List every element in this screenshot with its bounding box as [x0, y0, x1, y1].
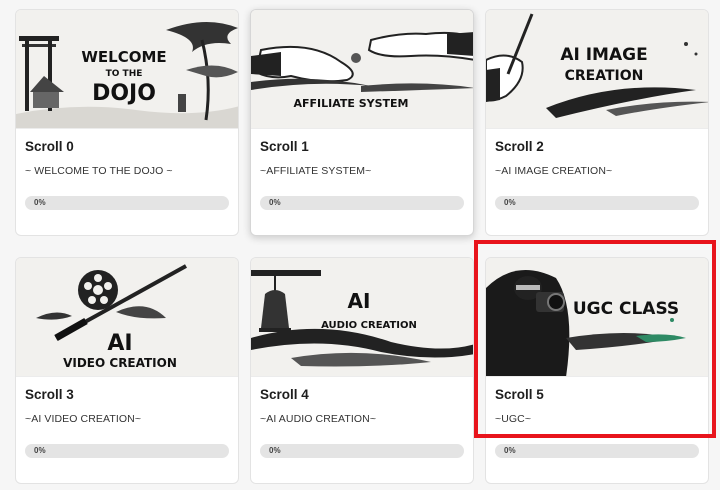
progress-label: 0% [34, 198, 46, 207]
progress-bar: 0% [495, 196, 699, 210]
ninja-camera-illustration: UGC CLASS [486, 258, 708, 376]
course-card-scroll-0[interactable]: WELCOME TO THE DOJO Scroll 0 ~ WELCOME T… [15, 9, 239, 236]
progress-bar: 0% [25, 444, 229, 458]
course-card-scroll-3[interactable]: AI VIDEO CREATION Scroll 3 ~AI VIDEO CRE… [15, 257, 239, 484]
art-title-line-2: TO THE [106, 69, 143, 79]
progress-label: 0% [269, 446, 281, 455]
card-title: Scroll 0 [25, 139, 74, 154]
art-title-line-1: AFFILIATE SYSTEM [293, 97, 408, 110]
progress-bar: 0% [260, 196, 464, 210]
art-title-line-1: AI [107, 331, 132, 356]
progress-bar: 0% [260, 444, 464, 458]
progress-label: 0% [504, 446, 516, 455]
card-thumbnail: WELCOME TO THE DOJO [16, 10, 238, 129]
art-title-line-3: DOJO [92, 81, 156, 106]
progress-label: 0% [34, 446, 46, 455]
progress-bar: 0% [495, 444, 699, 458]
art-title-line-1: AI [348, 289, 371, 313]
progress-label: 0% [269, 198, 281, 207]
card-thumbnail: AI IMAGE CREATION [486, 10, 708, 129]
card-subtitle: ~AI IMAGE CREATION~ [495, 165, 613, 177]
art-title-line-2: VIDEO CREATION [63, 356, 177, 370]
card-title: Scroll 1 [260, 139, 309, 154]
card-subtitle: ~UGC~ [495, 413, 532, 425]
card-title: Scroll 2 [495, 139, 544, 154]
course-card-scroll-5[interactable]: UGC CLASS Scroll 5 ~UGC~ 0% [485, 257, 709, 484]
card-title: Scroll 5 [495, 387, 544, 402]
card-subtitle: ~ WELCOME TO THE DOJO ~ [25, 165, 173, 177]
card-thumbnail: AFFILIATE SYSTEM [251, 10, 473, 129]
card-thumbnail: UGC CLASS [486, 258, 708, 377]
course-card-scroll-1[interactable]: AFFILIATE SYSTEM Scroll 1 ~AFFILIATE SYS… [250, 9, 474, 236]
art-title-line-2: AUDIO CREATION [321, 320, 417, 331]
card-thumbnail: AI AUDIO CREATION [251, 258, 473, 377]
card-subtitle: ~AFFILIATE SYSTEM~ [260, 165, 372, 177]
progress-bar: 0% [25, 196, 229, 210]
dojo-illustration: WELCOME TO THE DOJO [16, 10, 238, 128]
temple-bell-illustration: AI AUDIO CREATION [251, 258, 473, 376]
art-title-line-2: CREATION [565, 68, 644, 84]
art-title-line-1: UGC CLASS [573, 299, 679, 319]
course-card-scroll-4[interactable]: AI AUDIO CREATION Scroll 4 ~AI AUDIO CRE… [250, 257, 474, 484]
art-title-line-1: WELCOME [81, 48, 166, 66]
course-card-scroll-2[interactable]: AI IMAGE CREATION Scroll 2 ~AI IMAGE CRE… [485, 9, 709, 236]
film-reel-katana-illustration: AI VIDEO CREATION [16, 258, 238, 376]
card-thumbnail: AI VIDEO CREATION [16, 258, 238, 377]
course-grid: WELCOME TO THE DOJO Scroll 0 ~ WELCOME T… [0, 0, 720, 490]
art-title-line-1: AI IMAGE [560, 45, 647, 65]
handshake-coin-illustration: AFFILIATE SYSTEM [251, 10, 473, 128]
card-subtitle: ~AI AUDIO CREATION~ [260, 413, 377, 425]
card-title: Scroll 3 [25, 387, 74, 402]
card-title: Scroll 4 [260, 387, 309, 402]
progress-label: 0% [504, 198, 516, 207]
brush-hand-illustration: AI IMAGE CREATION [486, 10, 708, 128]
card-subtitle: ~AI VIDEO CREATION~ [25, 413, 142, 425]
